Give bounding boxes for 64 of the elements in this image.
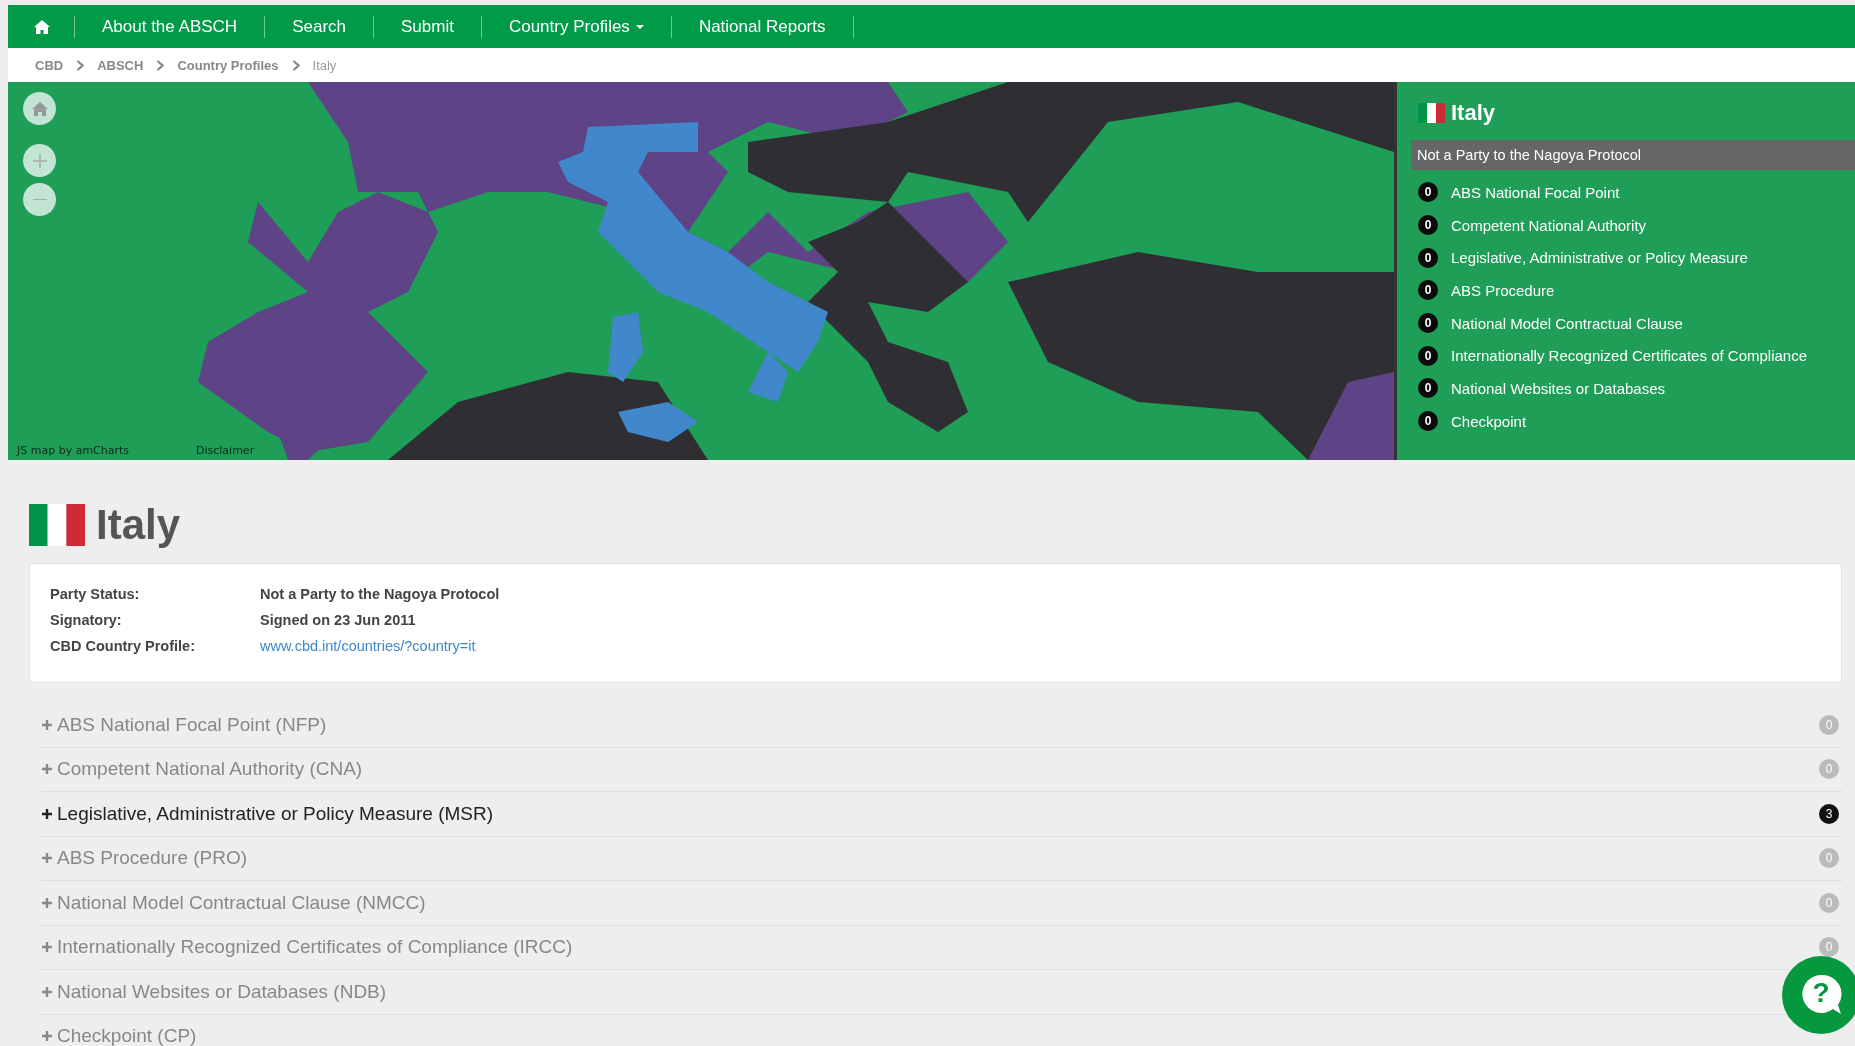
chevron-icon xyxy=(156,59,165,71)
legend-item[interactable]: Internationally Recognized Certificates of Compliance xyxy=(1451,347,1807,365)
field-value: Signed on 23 Jun 2011 xyxy=(260,612,417,628)
breadcrumb-link[interactable]: CBD xyxy=(35,57,64,73)
section-header[interactable]: Checkpoint (CP) xyxy=(57,1025,197,1046)
legend-item[interactable]: ABS National Focal Point xyxy=(1451,183,1620,201)
count-badge: 0 xyxy=(1418,280,1438,301)
legend-item[interactable]: National Model Contractual Clause xyxy=(1451,314,1683,332)
flag-icon xyxy=(1418,103,1445,123)
legend-item[interactable]: Legislative, Administrative or Policy Measure xyxy=(1451,249,1748,267)
count-badge: 3 xyxy=(1819,803,1839,824)
breadcrumb-current: Italy xyxy=(312,57,337,73)
party-status-bar: Not a Party to the Nagoya Protocol xyxy=(1411,140,1855,170)
zoom-out-button[interactable] xyxy=(23,183,56,216)
legend-item[interactable]: Competent National Authority xyxy=(1451,216,1647,234)
nav-link[interactable]: Search xyxy=(265,5,373,48)
profile-link[interactable]: www.cbd.int/countries/?country=it xyxy=(260,638,500,654)
nav-link[interactable]: National Reports xyxy=(671,5,853,48)
count-badge: 0 xyxy=(1418,313,1438,334)
count-badge: 0 xyxy=(1418,411,1438,432)
legend-item[interactable]: ABS Procedure xyxy=(1451,281,1555,299)
section-header[interactable]: Internationally Recognized Certificates of Compliance (IRCC) xyxy=(57,936,573,959)
count-badge: 0 xyxy=(1418,378,1438,399)
count-badge: 0 xyxy=(1418,247,1438,268)
disclaimer-link[interactable]: Disclaimer xyxy=(196,444,255,457)
help-button[interactable]: ? xyxy=(1782,956,1855,1034)
country-title: Italy xyxy=(1451,100,1496,126)
field-label: Party Status: xyxy=(50,586,141,602)
count-badge: 0 xyxy=(1819,848,1839,869)
chevron-icon xyxy=(76,59,85,71)
field-label: Signatory: xyxy=(50,612,123,628)
count-badge: 0 xyxy=(1418,345,1438,366)
legend-item[interactable]: Checkpoint xyxy=(1451,412,1527,430)
count-badge: 0 xyxy=(1819,937,1839,958)
section-header[interactable]: ABS Procedure (PRO) xyxy=(57,847,248,870)
map-home-button[interactable] xyxy=(23,92,56,125)
country-heading: Italy xyxy=(96,500,181,549)
flag-icon xyxy=(29,503,85,546)
count-badge: 0 xyxy=(1819,759,1839,780)
plus-icon xyxy=(32,153,47,168)
breadcrumb-link[interactable]: Country Profiles xyxy=(177,57,279,73)
home-icon xyxy=(31,101,48,116)
legend-item[interactable]: National Websites or Databases xyxy=(1451,379,1665,397)
expand-icon[interactable] xyxy=(41,807,53,820)
field-value: Not a Party to the Nagoya Protocol xyxy=(260,586,500,602)
chevron-icon xyxy=(291,59,300,71)
count-badge: 0 xyxy=(1819,892,1839,913)
minus-icon xyxy=(32,198,47,201)
section-header[interactable]: ABS National Focal Point (NFP) xyxy=(57,713,327,736)
nav-link[interactable]: Country Profiles xyxy=(481,5,671,48)
section-header[interactable]: National Websites or Databases (NDB) xyxy=(57,980,387,1003)
nav-link[interactable]: About the ABSCH xyxy=(75,5,265,48)
section-header[interactable]: National Model Contractual Clause (NMCC) xyxy=(57,891,426,914)
map-credit-link[interactable]: JS map by amCharts xyxy=(17,444,130,457)
section-header[interactable]: Competent National Authority (CNA) xyxy=(57,758,363,781)
zoom-in-button[interactable] xyxy=(23,144,56,177)
section-header[interactable]: Legislative, Administrative or Policy Measure (MSR) xyxy=(57,802,494,825)
count-badge: 0 xyxy=(1418,182,1438,203)
home-icon xyxy=(34,19,50,34)
nav-link[interactable]: Submit xyxy=(374,5,481,48)
field-label: CBD Country Profile: xyxy=(50,638,196,654)
breadcrumb-link[interactable]: ABSCH xyxy=(97,57,144,73)
count-badge: 0 xyxy=(1819,714,1839,735)
count-badge: 0 xyxy=(1418,215,1438,236)
